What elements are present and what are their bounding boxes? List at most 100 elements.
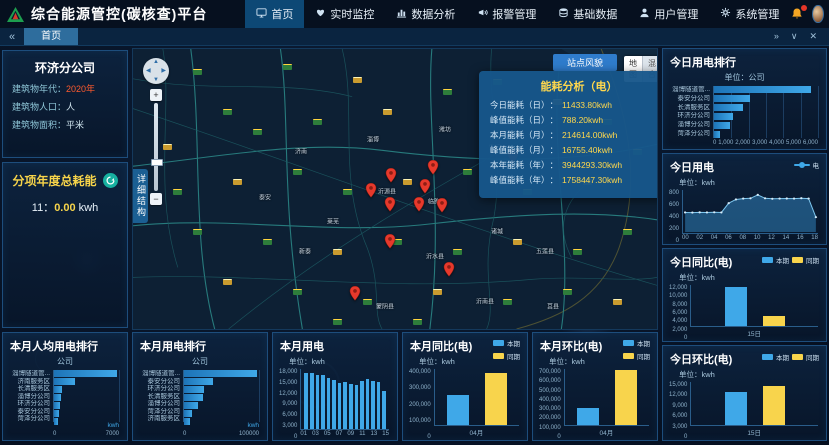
road-shield-icon xyxy=(613,299,622,305)
zoom-slider-handle[interactable] xyxy=(151,159,163,166)
company-panel-title: 环济分公司 xyxy=(3,51,127,77)
road-shield-icon xyxy=(443,89,452,95)
unit-label: 单位：kwh xyxy=(273,355,397,369)
road-shield-icon xyxy=(453,249,462,255)
rank-bar-row xyxy=(184,386,259,393)
city-label: 新泰 xyxy=(299,247,311,256)
road-shield-icon xyxy=(563,289,572,295)
month-yoy-panel: 本月同比(电) 本期 同期 单位：kwh 400,000300,000200,0… xyxy=(402,332,528,441)
month-power-chart: 18,00015,00012,0009,0006,0003,0000010305… xyxy=(273,369,397,440)
detail-structure-button[interactable]: 详细结构 xyxy=(133,169,148,223)
road-shield-icon xyxy=(343,189,352,195)
rank-bar-row xyxy=(54,386,119,393)
nav-item-3[interactable]: 数据分析 xyxy=(385,0,466,28)
month-ranking-panel: 本月用电排行 公司 淄博隧道管...泰安分公司环济分公司长清服务区淄博分公司菏泽… xyxy=(132,332,268,441)
pan-up-icon[interactable]: ▲ xyxy=(153,59,159,65)
road-shield-icon xyxy=(263,239,272,245)
legend-chip-compare xyxy=(792,257,803,263)
road-shield-icon xyxy=(363,299,372,305)
chevrons-right-icon[interactable]: » xyxy=(774,31,779,42)
bar xyxy=(382,391,386,429)
app-title: 综合能源管控(碳核查)平台 xyxy=(31,4,207,24)
today-ranking-panel: 今日用电排行 单位：公司 淄博隧道管...泰安分公司长清服务区环济分公司淄博分公… xyxy=(662,48,827,150)
road-shield-icon xyxy=(383,109,392,115)
nav-item-5[interactable]: 基础数据 xyxy=(547,0,628,28)
today-yoy-chart: 12,00010,0008,0006,0004,0002,000015日 xyxy=(663,285,826,341)
map-pin-icon[interactable] xyxy=(386,168,397,183)
city-label: 济南 xyxy=(295,147,307,156)
chart-legend: 本期 同期 xyxy=(762,255,826,265)
road-shield-icon xyxy=(293,169,302,175)
company-info-row: 建筑物人口：人 xyxy=(3,95,127,113)
pan-left-icon[interactable]: ◀ xyxy=(146,67,151,74)
zoom-slider[interactable] xyxy=(154,103,158,191)
site-view-button[interactable]: 站点风貌 xyxy=(553,54,617,71)
tab-home[interactable]: 首页 xyxy=(24,28,78,45)
panel-title: 本月用电 xyxy=(273,333,397,355)
legend-chip-current xyxy=(762,354,773,360)
pan-right-icon[interactable]: ▶ xyxy=(161,67,166,74)
map-pin-icon[interactable] xyxy=(420,179,431,194)
road-shield-icon xyxy=(463,169,472,175)
topbar-right: 管理员 ▼ xyxy=(790,0,829,34)
road-shield-icon xyxy=(283,64,292,70)
legend-chip-current xyxy=(493,340,504,346)
city-label: 诸城 xyxy=(491,227,503,236)
road-shield-icon xyxy=(503,299,512,305)
road-shield-icon xyxy=(403,179,412,185)
pan-down-icon[interactable]: ▼ xyxy=(153,77,159,83)
map-pin-icon[interactable] xyxy=(385,197,396,212)
legend-chip-compare xyxy=(792,354,803,360)
refresh-circle-icon[interactable] xyxy=(103,173,118,188)
today-power-panel: 今日用电 电 单位：kwh 80060040020000002040608101… xyxy=(662,153,827,245)
zoom-in-button[interactable]: + xyxy=(150,89,162,101)
map-pin-icon[interactable] xyxy=(428,160,439,175)
notification-bell-icon[interactable] xyxy=(790,7,804,21)
panel-title: 今日用电排行 xyxy=(663,49,826,71)
zoom-out-button[interactable]: − xyxy=(150,193,162,205)
map-pin-icon[interactable] xyxy=(444,262,455,277)
chevrons-left-icon[interactable]: « xyxy=(0,31,24,43)
map-pin-icon[interactable] xyxy=(350,286,361,301)
road-shield-icon xyxy=(193,229,202,235)
nav-item-4[interactable]: 报警管理 xyxy=(466,0,547,28)
city-label: 淄博 xyxy=(367,135,379,144)
map-pan-control[interactable]: ▲ ▼ ◀ ▶ xyxy=(143,58,169,84)
map-pin-icon[interactable] xyxy=(366,183,377,198)
rank-bar-row xyxy=(714,104,818,112)
rank-bar-row xyxy=(714,121,818,129)
legend-chip-current xyxy=(762,257,773,263)
rank-bar-row xyxy=(714,112,818,120)
road-shield-icon xyxy=(223,279,232,285)
map-pin-icon[interactable] xyxy=(385,234,396,249)
alarm-horn-icon xyxy=(477,7,488,21)
database-icon xyxy=(558,7,569,21)
chart-subtitle: 公司 xyxy=(133,355,267,369)
current-period-bar xyxy=(725,392,747,425)
popup-row: 峰值能耗（年）：1758447.30kwh xyxy=(490,173,658,188)
company-info-rows: 建筑物年代：2020年建筑物人口：人建筑物面积：平米 xyxy=(3,77,127,131)
panel-title: 本月人均用电排行 xyxy=(3,333,127,355)
panel-title: 今日环比(电) xyxy=(663,346,739,368)
tab-bar: « 首页 » ∨ ✕ xyxy=(0,28,829,46)
brand: 综合能源管控(碳核查)平台 xyxy=(0,4,207,24)
nav-item-1[interactable]: 首页 xyxy=(245,0,304,28)
chart-legend: 本期 同期 xyxy=(623,338,650,361)
today-mom-panel: 今日环比(电) 本期 同期 单位：kwh 15,00012,0009,0006,… xyxy=(662,345,827,441)
nav-item-2[interactable]: 实时监控 xyxy=(304,0,385,28)
map-zoom-control[interactable]: + − xyxy=(150,89,162,205)
annual-energy-value: 11：0.00 kwh xyxy=(3,189,127,215)
bar xyxy=(327,378,331,429)
legend-line-icon xyxy=(794,164,810,166)
nav-item-7[interactable]: 系统管理 xyxy=(709,0,790,28)
heart-icon xyxy=(315,7,326,21)
legend-label: 电 xyxy=(813,160,820,170)
popup-rows: 今日能耗（日）：11433.80kwh峰值能耗（日）：788.20kwh本月能耗… xyxy=(490,98,658,188)
nav-item-6[interactable]: 用户管理 xyxy=(628,0,709,28)
map-container[interactable]: 济南淄博潍坊安丘泰安沂源县临朐县莱芜新泰沂水县诸城五莲县蒙阴县沂南县莒县 ▲ ▼… xyxy=(132,48,658,330)
map-pin-icon[interactable] xyxy=(414,197,425,212)
map-pin-icon[interactable] xyxy=(437,198,448,213)
user-avatar[interactable] xyxy=(812,5,823,23)
legend-label: 本期 xyxy=(776,255,789,265)
city-label: 蒙阴县 xyxy=(376,302,394,311)
